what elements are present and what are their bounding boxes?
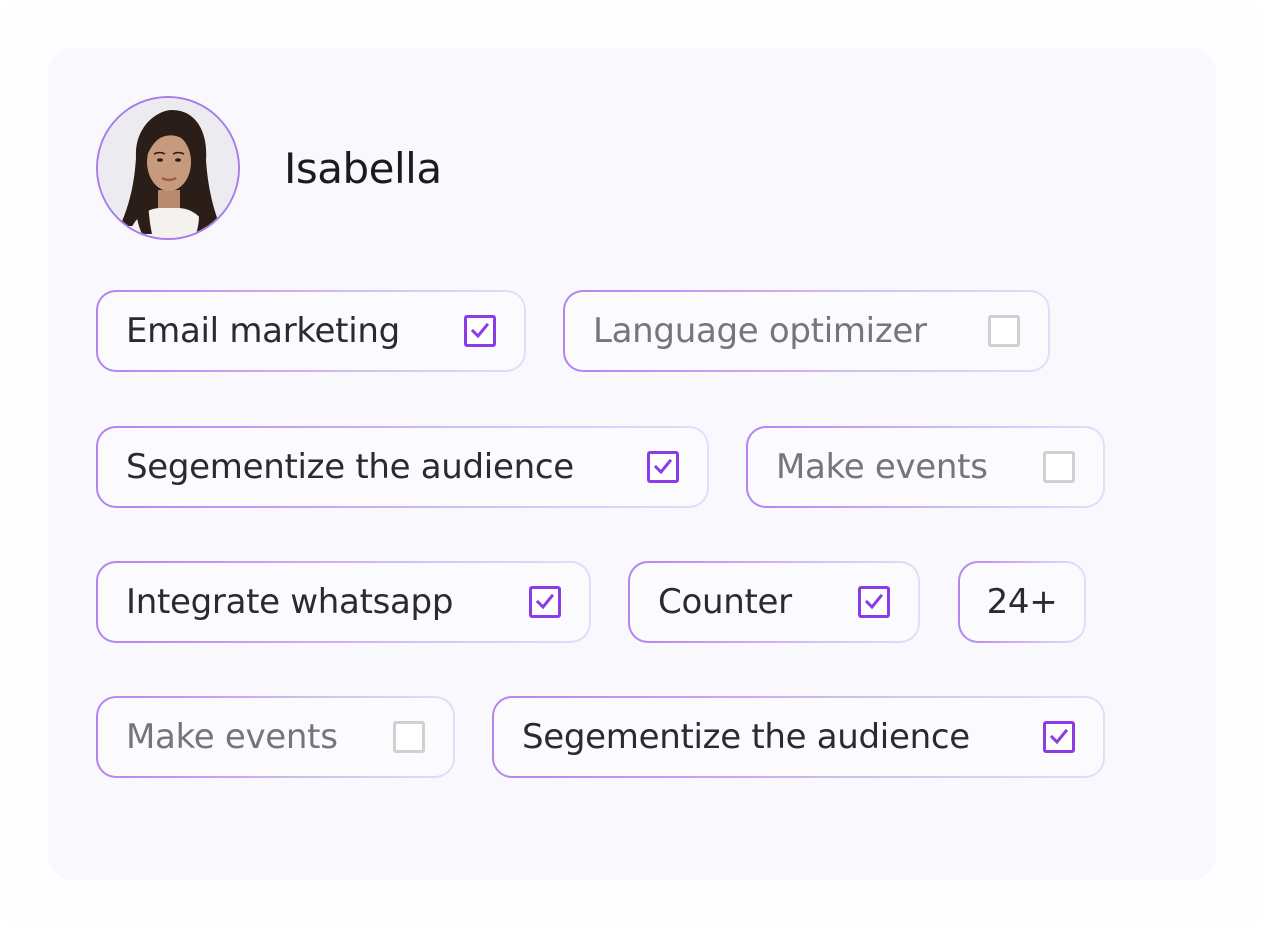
checkbox-unchecked-icon[interactable] (1043, 451, 1075, 483)
chip-segmentize-audience-2[interactable]: Segementize the audience (492, 696, 1105, 778)
checkbox-checked-icon[interactable] (464, 315, 496, 347)
checkbox-unchecked-icon[interactable] (393, 721, 425, 753)
chip-label: Email marketing (126, 311, 400, 351)
checkbox-unchecked-icon[interactable] (988, 315, 1020, 347)
avatar-icon (98, 98, 238, 238)
chip-label: Segementize the audience (522, 717, 970, 757)
checkbox-checked-icon[interactable] (1043, 721, 1075, 753)
chip-label: Counter (658, 582, 792, 622)
chip-counter[interactable]: Counter (628, 561, 920, 643)
chip-label: Integrate whatsapp (126, 582, 454, 622)
chip-label: Language optimizer (593, 311, 927, 351)
chip-make-events[interactable]: Make events (746, 426, 1105, 508)
chip-label: Segementize the audience (126, 447, 574, 487)
chip-segmentize-audience[interactable]: Segementize the audience (96, 426, 709, 508)
chip-language-optimizer[interactable]: Language optimizer (563, 290, 1050, 372)
frame: Isabella Email marketing Language optimi… (0, 0, 1264, 928)
more-count-chip[interactable]: 24+ (958, 561, 1086, 643)
chip-email-marketing[interactable]: Email marketing (96, 290, 526, 372)
chip-label: Make events (776, 447, 988, 487)
avatar[interactable] (96, 96, 240, 240)
chip-integrate-whatsapp[interactable]: Integrate whatsapp (96, 561, 591, 643)
checkbox-checked-icon[interactable] (529, 586, 561, 618)
checkbox-checked-icon[interactable] (647, 451, 679, 483)
chip-make-events-2[interactable]: Make events (96, 696, 455, 778)
chip-label: Make events (126, 717, 338, 757)
checkbox-checked-icon[interactable] (858, 586, 890, 618)
more-count-label: 24+ (986, 582, 1058, 622)
user-profile: Isabella (96, 96, 442, 240)
user-name: Isabella (284, 143, 442, 193)
